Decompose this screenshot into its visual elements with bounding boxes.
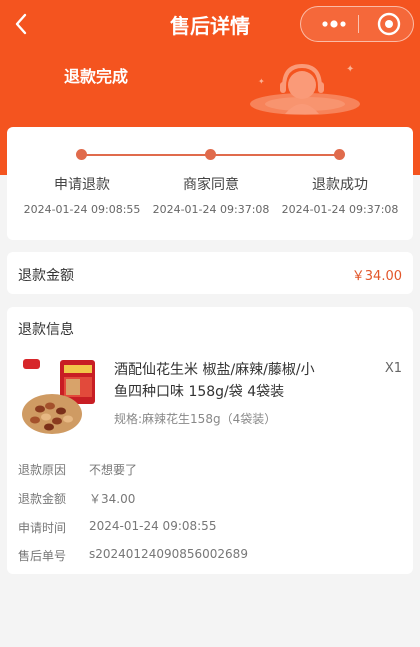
refund-amount-row-label: 退款金额 xyxy=(18,492,67,506)
step-dot xyxy=(76,149,87,160)
order-number-label: 售后单号 xyxy=(18,549,67,563)
refund-info-card: 退款信息 酒配仙花生米 椒盐/麻辣/藤椒/小鱼四种口味 158g/袋 4袋装 X… xyxy=(7,307,413,574)
capsule-divider xyxy=(358,15,359,33)
more-dots-icon xyxy=(322,20,346,28)
target-icon xyxy=(377,12,401,36)
step-label: 申请退款 xyxy=(54,177,110,193)
svg-text:✦: ✦ xyxy=(346,64,354,75)
refund-reason-value: 不想要了 xyxy=(89,463,138,477)
refund-amount-value: ￥34.00 xyxy=(351,269,402,284)
step-time: 2024-01-24 09:37:08 xyxy=(281,203,399,216)
section-title: 退款信息 xyxy=(18,322,74,338)
apply-time-label: 申请时间 xyxy=(18,521,67,535)
product-quantity: X1 xyxy=(384,361,402,376)
more-button[interactable] xyxy=(311,7,357,41)
refund-amount-card: 退款金额 ￥34.00 xyxy=(7,252,413,294)
customer-service-headset-icon: ✦ ✦ xyxy=(250,63,360,115)
peanut-snack-bag-icon[interactable] xyxy=(20,359,97,437)
product-spec: 规格:麻辣花生158g（4袋装） xyxy=(114,412,277,426)
refund-amount-row-value: ￥34.00 xyxy=(89,492,136,506)
step-dot xyxy=(205,149,216,160)
refund-status-text: 退款完成 xyxy=(64,67,129,86)
step-label: 退款成功 xyxy=(312,177,368,193)
apply-time-value: 2024-01-24 09:08:55 xyxy=(89,519,217,533)
order-number-value: s20240124090856002689 xyxy=(89,547,248,561)
product-name[interactable]: 酒配仙花生米 椒盐/麻辣/藤椒/小鱼四种口味 158g/袋 4袋装 xyxy=(114,359,319,403)
progress-card: 申请退款 商家同意 退款成功 2024-01-24 09:08:55 2024-… xyxy=(7,127,413,240)
mini-program-capsule xyxy=(300,6,414,42)
step-time: 2024-01-24 09:37:08 xyxy=(152,203,270,216)
svg-text:✦: ✦ xyxy=(258,77,265,86)
refund-reason-label: 退款原因 xyxy=(18,463,67,477)
step-dot xyxy=(334,149,345,160)
close-mini-program-button[interactable] xyxy=(369,7,409,41)
step-time: 2024-01-24 09:08:55 xyxy=(23,203,141,216)
refund-amount-label: 退款金额 xyxy=(18,268,74,284)
step-label: 商家同意 xyxy=(183,177,239,193)
